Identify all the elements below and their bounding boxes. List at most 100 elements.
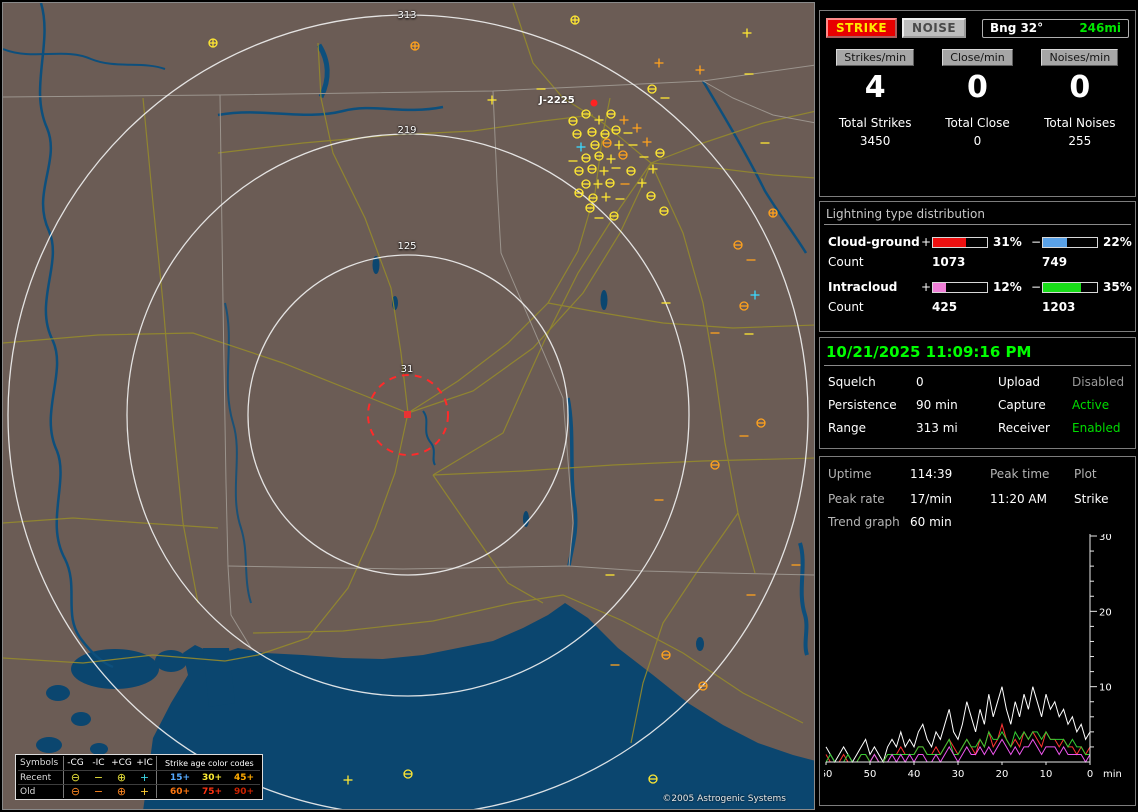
trend-x-unit: min <box>1103 769 1122 780</box>
ic-positive-count: 425 <box>932 300 958 314</box>
capture-value: Active <box>1072 398 1110 412</box>
alarm-indicator-row: STRIKE NOISE Bng 32° 246mi <box>824 14 1131 38</box>
legend-symbols-header: Symbols <box>18 756 64 770</box>
cg-positive-count: 1073 <box>932 255 966 269</box>
rate-labels-row: Strikes/min Close/min Noises/min <box>824 49 1131 66</box>
plus-sign: + <box>920 280 932 294</box>
map-legend: Symbols -CG -IC +CG +IC Strike age color… <box>15 754 263 800</box>
cg-positive-fill <box>933 237 967 247</box>
trend-x-label: 50 <box>864 769 877 780</box>
noise-indicator[interactable]: NOISE <box>902 18 967 38</box>
total-close-label: Total Close <box>945 116 1010 130</box>
lake <box>36 737 62 753</box>
ic-positive-bar <box>932 281 988 293</box>
cg-positive-pct: 31% <box>993 235 1022 249</box>
trend-x-label: 30 <box>952 769 965 780</box>
distribution-panel: Lightning type distribution Cloud-ground… <box>819 201 1136 332</box>
legend-old-row: Old ⊖ − ⊕ +60+ 75+ 90+ <box>18 784 260 798</box>
legend-strike-symbol: + <box>139 771 150 784</box>
lake <box>71 712 91 726</box>
range-label: Range <box>828 421 867 435</box>
storm-cell-label: J-2225 <box>539 95 575 106</box>
ic-negative-count: 1203 <box>1042 300 1076 314</box>
trend-series-total-strikes <box>825 686 1091 764</box>
trend-graph-chart: 30 20 10 60 50 40 30 20 10 0 min <box>824 534 1122 780</box>
trend-label-row: Trend graph 60 min <box>824 515 1131 529</box>
bearing-value: Bng 32° <box>990 21 1044 35</box>
ic-negative-bar <box>1042 281 1098 293</box>
squelch-value: 0 <box>916 375 924 389</box>
total-strikes-value: 3450 <box>859 134 891 148</box>
trend-x-label: 10 <box>1040 769 1053 780</box>
close-per-min-label: Close/min <box>942 49 1013 66</box>
clock-settings-panel: 10/21/2025 11:09:16 PM Squelch 0 Upload … <box>819 337 1136 449</box>
strike-symbol-cp <box>410 41 420 51</box>
intracloud-count-row: Count 425 1203 <box>824 300 1131 315</box>
storm-cell-marker <box>590 99 598 107</box>
capture-label: Capture <box>998 398 1046 412</box>
persistence-value: 90 min <box>916 398 958 412</box>
count-label: Count <box>828 255 864 269</box>
legend-type-header: +CG <box>111 758 132 768</box>
total-strikes-label: Total Strikes <box>838 116 912 130</box>
peak-rate-value: 17/min <box>910 492 952 506</box>
noises-per-min-value: 0 <box>1069 70 1091 105</box>
upload-value: Disabled <box>1072 375 1125 389</box>
legend-strike-symbol: ⊖ <box>70 771 81 784</box>
trend-x-label: 20 <box>996 769 1009 780</box>
bearing-display: Bng 32° 246mi <box>982 18 1129 38</box>
trend-x-label: 0 <box>1087 769 1093 780</box>
legend-type-header: -IC <box>92 758 105 768</box>
age-code-label: 15+ <box>169 772 191 783</box>
counters-panel: STRIKE NOISE Bng 32° 246mi Strikes/min C… <box>819 10 1136 197</box>
trend-panel: Uptime 114:39 Peak time Plot Peak rate 1… <box>819 456 1136 806</box>
strike-symbol-cp <box>208 38 218 48</box>
count-label: Count <box>828 300 864 314</box>
squelch-label: Squelch <box>828 375 876 389</box>
total-close-value: 0 <box>973 134 982 148</box>
cloud-ground-count-row: Count 1073 749 <box>824 255 1131 270</box>
upload-label: Upload <box>998 375 1041 389</box>
age-code-label: 30+ <box>201 772 223 783</box>
minus-sign: − <box>1030 235 1042 249</box>
legend-divider <box>156 756 164 770</box>
uptime-value: 114:39 <box>910 467 953 481</box>
map-canvas[interactable]: 313 219 125 31 J-2225 Symbols -CG -IC +C… <box>2 2 815 810</box>
intracloud-label: Intracloud <box>828 280 898 294</box>
legend-type-header: +IC <box>136 758 153 768</box>
strike-indicator[interactable]: STRIKE <box>826 18 898 38</box>
total-noises-value: 255 <box>1068 134 1092 148</box>
map-geography <box>3 3 814 809</box>
close-per-min-value: 0 <box>967 70 988 105</box>
cg-negative-fill <box>1043 237 1067 247</box>
noises-per-min-label: Noises/min <box>1041 49 1119 66</box>
plot-label: Plot <box>1074 467 1097 481</box>
total-noises-label: Total Noises <box>1044 116 1116 130</box>
strikes-per-min-value: 4 <box>864 70 886 105</box>
trend-y-label: 30 <box>1099 534 1112 543</box>
intracloud-row: Intracloud + 12% − 35% <box>824 279 1132 295</box>
legend-divider <box>156 785 164 798</box>
trend-y-label: 10 <box>1099 683 1112 694</box>
trend-graph-label: Trend graph <box>828 515 900 529</box>
distance-value: 246mi <box>1079 21 1121 35</box>
station-marker <box>404 411 411 418</box>
nexstorm-app: 313 219 125 31 J-2225 Symbols -CG -IC +C… <box>0 0 1138 812</box>
plus-sign: + <box>920 235 932 249</box>
receiver-label: Receiver <box>998 421 1050 435</box>
datetime-display: 10/21/2025 11:09:16 PM <box>826 343 1032 361</box>
legend-strike-symbol: + <box>139 785 150 798</box>
distribution-title: Lightning type distribution <box>826 207 985 221</box>
legend-recent-label: Recent <box>18 771 64 784</box>
strike-symbol-cp <box>570 15 580 25</box>
persistence-label: Persistence <box>828 398 897 412</box>
uptime-label: Uptime <box>828 467 872 481</box>
range-value: 313 mi <box>916 421 958 435</box>
rate-values-row: 4 0 0 <box>824 73 1131 103</box>
legend-divider <box>156 771 164 784</box>
legend-type-header: -CG <box>67 758 84 768</box>
age-code-label: 90+ <box>233 786 255 797</box>
cg-negative-count: 749 <box>1042 255 1068 269</box>
ic-positive-fill <box>933 282 946 292</box>
cloud-ground-row: Cloud-ground + 31% − 22% <box>824 234 1132 250</box>
